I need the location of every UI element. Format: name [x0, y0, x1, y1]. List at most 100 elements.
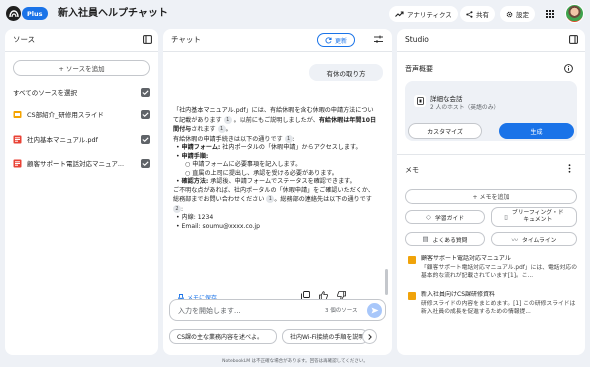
check-icon [142, 160, 149, 166]
source-checkbox[interactable] [141, 109, 150, 119]
answer-bullet: • 申請手順: [176, 152, 209, 160]
faq-icon: ▤ [422, 235, 429, 243]
settings-button[interactable]: 設定 [500, 6, 535, 22]
source-item[interactable]: 社内基本マニュアル.pdf [13, 132, 150, 146]
memo-body: 研修スライドの内容をまとめます。[1] この研修スライドは新入社員の成長を促進す… [421, 301, 576, 315]
pdf-icon [13, 135, 22, 143]
faq-chip[interactable]: ▤ よくある質問 [405, 232, 485, 246]
source-label: CS部紹介_研修用スライド [27, 111, 104, 119]
answer-paragraph: ご不明な点があれば、社内ポータルの「休暇申請」をご確認いただくか、総務部までお問… [173, 186, 374, 213]
select-all-checkbox[interactable] [141, 87, 150, 97]
send-button[interactable] [367, 303, 382, 318]
user-avatar[interactable] [565, 4, 584, 23]
audio-card-subtitle: 2 人のホスト（英語のみ） [430, 105, 500, 111]
citation-badge[interactable]: 1 [223, 115, 232, 124]
pdf-icon [13, 159, 22, 167]
select-all-sources-row[interactable]: すべてのソースを選択 [13, 85, 150, 99]
collapse-panel-icon[interactable] [143, 35, 152, 44]
refresh-icon [325, 36, 332, 43]
app-logo[interactable]: Plus [6, 6, 48, 21]
citation-badge[interactable]: 1 [217, 125, 226, 133]
memo-section-title: メモ [405, 166, 419, 174]
tune-icon[interactable] [374, 35, 383, 44]
header-divider [163, 51, 392, 52]
notebook-title[interactable]: 新入社員ヘルプチャット [58, 6, 168, 21]
analytics-button[interactable]: アナリティクス [389, 6, 458, 22]
answer-sub-bullet: ○ 直属の上司に提出し、承認を受ける必要があります。 [185, 169, 338, 177]
answer-bold-text: 申請手順: [181, 152, 209, 160]
user-message: 有休の取り方 [309, 64, 383, 81]
source-item[interactable]: CS部紹介_研修用スライド [13, 107, 150, 121]
study-guide-icon: ◇ [426, 213, 431, 221]
answer-bold-text: 確認方法: [181, 178, 209, 185]
customize-button[interactable]: カスタマイズ [408, 123, 482, 139]
refresh-button[interactable]: 更新 [317, 33, 356, 47]
answer-bullet: • 確認方法: 承認後、申請フォームでステータスを確認できます。 [176, 178, 356, 185]
memo-title: 新入社員向けCS課研修資料 [421, 291, 495, 298]
timeline-chip[interactable]: 〰 タイムライン [491, 232, 577, 246]
audio-overview-title: 音声概要 [405, 65, 433, 73]
apps-grid-icon[interactable] [546, 10, 554, 18]
answer-text: Email: soumu@xxxx.co.jp [181, 222, 260, 230]
share-button[interactable]: 共有 [460, 6, 495, 22]
citation-badge[interactable]: 2 [173, 204, 181, 213]
suggestion-chip[interactable]: 社内Wi-Fi接続の手順を説明 [282, 329, 368, 344]
answer-text: 。以前にもご説明しましたが、 [233, 116, 319, 124]
chip-label: 学習ガイド [435, 215, 464, 222]
answer-text: 申請フォームに必要事項を記入します。 [192, 161, 302, 168]
add-source-button[interactable]: + ソースを追加 [13, 60, 150, 76]
chip-label: よくある質問 [432, 237, 468, 244]
answer-paragraph: 有給休暇の申請手続きは以下の通りです 1: [173, 134, 295, 143]
memo-title: 顧客サポート電話対応マニュアル [421, 255, 511, 262]
chat-panel: チャット 更新 有休の取り方 「社内基本マニュアル.pdf」には、有給休暇を含む… [163, 29, 392, 355]
select-all-label: すべてのソースを選択 [13, 89, 77, 97]
note-icon [408, 292, 416, 300]
more-options-icon[interactable] [568, 164, 571, 173]
memo-item[interactable]: 顧客サポート電話対応マニュアル 「顧客サポート電話対応マニュアル.pdf」には、… [405, 255, 581, 285]
header-divider [5, 51, 158, 52]
study-guide-chip[interactable]: ◇ 学習ガイド [405, 210, 485, 224]
chat-scrollbar[interactable] [385, 269, 388, 295]
source-checkbox[interactable] [141, 158, 150, 168]
assistant-answer: 「社内基本マニュアル.pdf」には、有給休暇を含む休暇の申請方法について記載があ… [173, 107, 378, 231]
answer-bullet: • 内線: 1234 [176, 214, 214, 221]
chat-input-box: 3 個のソース [169, 299, 386, 321]
chat-title: チャット [171, 35, 201, 44]
share-label: 共有 [476, 11, 489, 19]
disclaimer-footer: NotebookLM は不正確な場合があります。回答は再確認してください。 [222, 359, 368, 364]
check-icon [142, 136, 149, 142]
source-label: 社内基本マニュアル.pdf [27, 136, 98, 144]
timeline-icon: 〰 [511, 236, 519, 244]
citation-badge[interactable]: 1 [284, 134, 293, 143]
analytics-label: アナリティクス [407, 11, 452, 19]
answer-text: 直属の上司に提出し、承認を受ける必要があります。 [192, 169, 338, 177]
briefing-doc-chip[interactable]: ▯ ブリーフィング・ドキュメント [491, 207, 577, 227]
source-item[interactable]: 顧客サポート電話対応マニュア... [13, 156, 150, 170]
collapse-panel-icon[interactable] [569, 35, 578, 44]
slides-icon [13, 110, 22, 118]
source-checkbox[interactable] [141, 134, 150, 144]
settings-label: 設定 [516, 11, 529, 19]
trending-up-icon [395, 11, 404, 17]
source-label: 顧客サポート電話対応マニュア... [27, 160, 125, 168]
source-count: 3 個のソース [325, 308, 358, 314]
answer-bullet: • Email: soumu@xxxx.co.jp [176, 222, 260, 230]
memo-item[interactable]: 新入社員向けCS課研修資料 研修スライドの内容をまとめます。[1] この研修スラ… [405, 291, 581, 321]
add-memo-button[interactable]: + メモを追加 [405, 189, 577, 204]
suggestion-chip[interactable]: CS課の主な業務内容を述べよ。 [169, 329, 277, 344]
next-suggestions-button[interactable] [362, 329, 377, 344]
generate-button[interactable]: 生成 [499, 123, 574, 139]
chat-input[interactable] [178, 305, 308, 316]
answer-bold-text: 申請フォーム: [181, 144, 221, 151]
check-icon [142, 89, 149, 95]
briefing-doc-icon: ▯ [504, 212, 508, 221]
share-icon [466, 10, 473, 18]
gear-icon [506, 11, 513, 17]
note-icon [408, 256, 416, 264]
info-icon[interactable] [564, 64, 573, 73]
answer-sub-bullet: ○ 申請フォームに必要事項を記入します。 [185, 161, 302, 168]
answer-text: 有給休暇の申請手続きは以下の通りです [173, 135, 283, 143]
notebooklm-logo-icon [6, 6, 21, 21]
plus-badge: Plus [22, 7, 48, 20]
sources-panel: ソース + ソースを追加 すべてのソースを選択 CS部紹介_研修用スライド 社内… [5, 29, 158, 355]
